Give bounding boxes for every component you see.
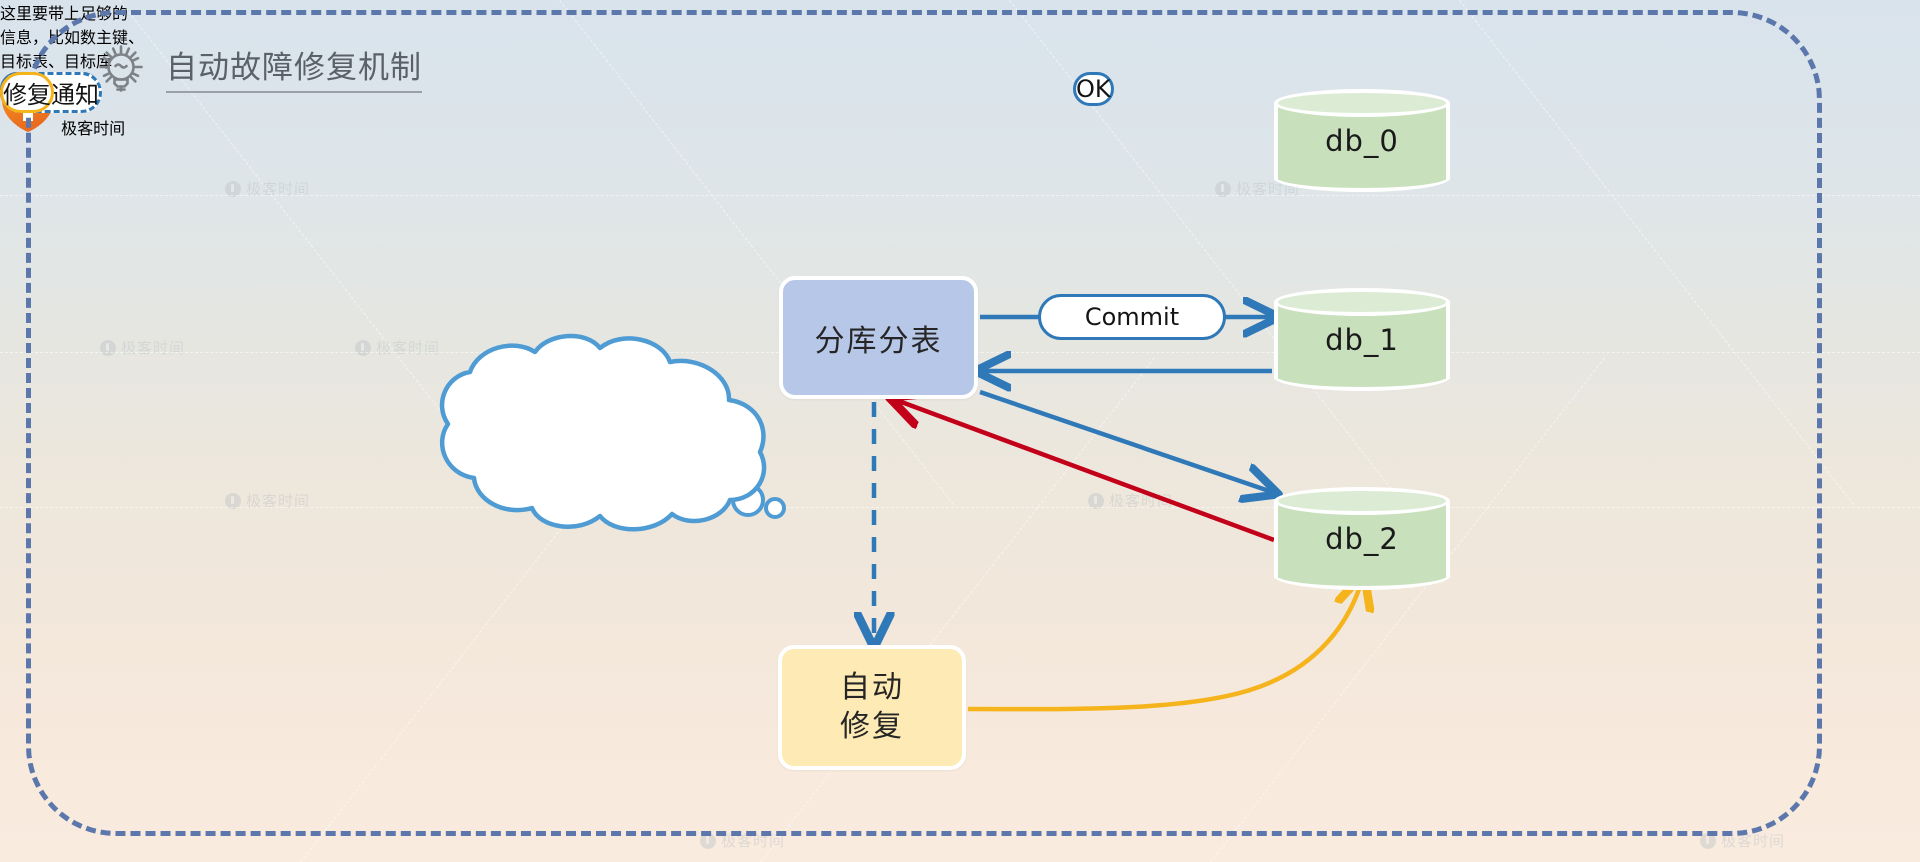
edge-label-repair-text: 修复 bbox=[3, 81, 51, 109]
watermark: 极客时间 bbox=[225, 178, 310, 199]
watermark: 极客时间 bbox=[1088, 490, 1173, 511]
watermark-mark-icon bbox=[100, 339, 116, 356]
watermark: 极客时间 bbox=[225, 490, 310, 511]
node-sharding[interactable]: 分库分表 bbox=[779, 276, 978, 399]
watermark-mark-icon bbox=[225, 180, 241, 197]
node-auto-repair-label-line1: 自动 bbox=[840, 670, 904, 706]
watermark-label: 极客时间 bbox=[246, 492, 311, 510]
node-sharding-label: 分库分表 bbox=[814, 323, 943, 359]
watermark-mark-icon bbox=[225, 492, 241, 509]
node-auto-repair[interactable]: 自动 修复 bbox=[778, 645, 966, 770]
edge-label-ok-db1-text: OK bbox=[1076, 75, 1111, 103]
watermark-mark-icon bbox=[1215, 180, 1231, 197]
watermark: 极客时间 bbox=[700, 830, 785, 851]
lightbulb-icon bbox=[94, 42, 148, 102]
geektime-mark-icon bbox=[0, 74, 61, 138]
watermark-mark-icon bbox=[1700, 832, 1716, 849]
watermark: 极客时间 bbox=[355, 337, 440, 358]
edge-label-commit-db1: Commit bbox=[1038, 294, 1226, 340]
watermark-label: 极客时间 bbox=[721, 832, 786, 850]
diagram-canvas: 极客时间 极客时间 极客时间 极客时间 极客时间 极客时间 极客时间 极客时间 bbox=[0, 0, 1920, 862]
edge-db2-to-shard-fail bbox=[896, 400, 1275, 543]
cloud-outline bbox=[439, 333, 767, 532]
edge-autofix-to-db2-repair bbox=[967, 580, 1362, 712]
cloud-tail bbox=[731, 483, 786, 519]
database-db1[interactable]: db_1 bbox=[1274, 288, 1450, 391]
watermark-label: 极客时间 bbox=[1721, 832, 1786, 850]
cloud-line-1: 这里要带上足够的 bbox=[0, 4, 129, 23]
database-db0[interactable]: db_0 bbox=[1274, 89, 1450, 192]
node-auto-repair-label-line2: 修复 bbox=[840, 708, 904, 744]
watermark-mark-icon bbox=[355, 339, 371, 356]
edge-label-commit-db1-text: Commit bbox=[1084, 303, 1180, 331]
database-db2[interactable]: db_2 bbox=[1274, 487, 1450, 590]
edge-label-ok-db1: OK bbox=[1073, 72, 1114, 106]
page-title-group: 自动故障修复机制 bbox=[94, 42, 422, 102]
edge-shard-to-db2-commit bbox=[979, 389, 1272, 492]
watermark-label: 极客时间 bbox=[376, 339, 441, 357]
watermark-label: 极客时间 bbox=[121, 339, 186, 357]
geektime-logo-text: 极客时间 bbox=[61, 119, 126, 138]
watermark-label: 极客时间 bbox=[1109, 492, 1174, 510]
database-db0-label: db_0 bbox=[1325, 123, 1399, 158]
watermark-mark-icon bbox=[700, 832, 716, 849]
watermark: 极客时间 bbox=[100, 337, 185, 358]
watermark-label: 极客时间 bbox=[246, 180, 311, 198]
page-title: 自动故障修复机制 bbox=[166, 51, 422, 93]
watermark: 极客时间 bbox=[1700, 830, 1785, 851]
watermark-mark-icon bbox=[1088, 492, 1104, 509]
database-db2-label: db_2 bbox=[1325, 521, 1399, 556]
edge-label-repair: 修复 bbox=[0, 72, 54, 113]
database-db1-label: db_1 bbox=[1325, 322, 1399, 357]
